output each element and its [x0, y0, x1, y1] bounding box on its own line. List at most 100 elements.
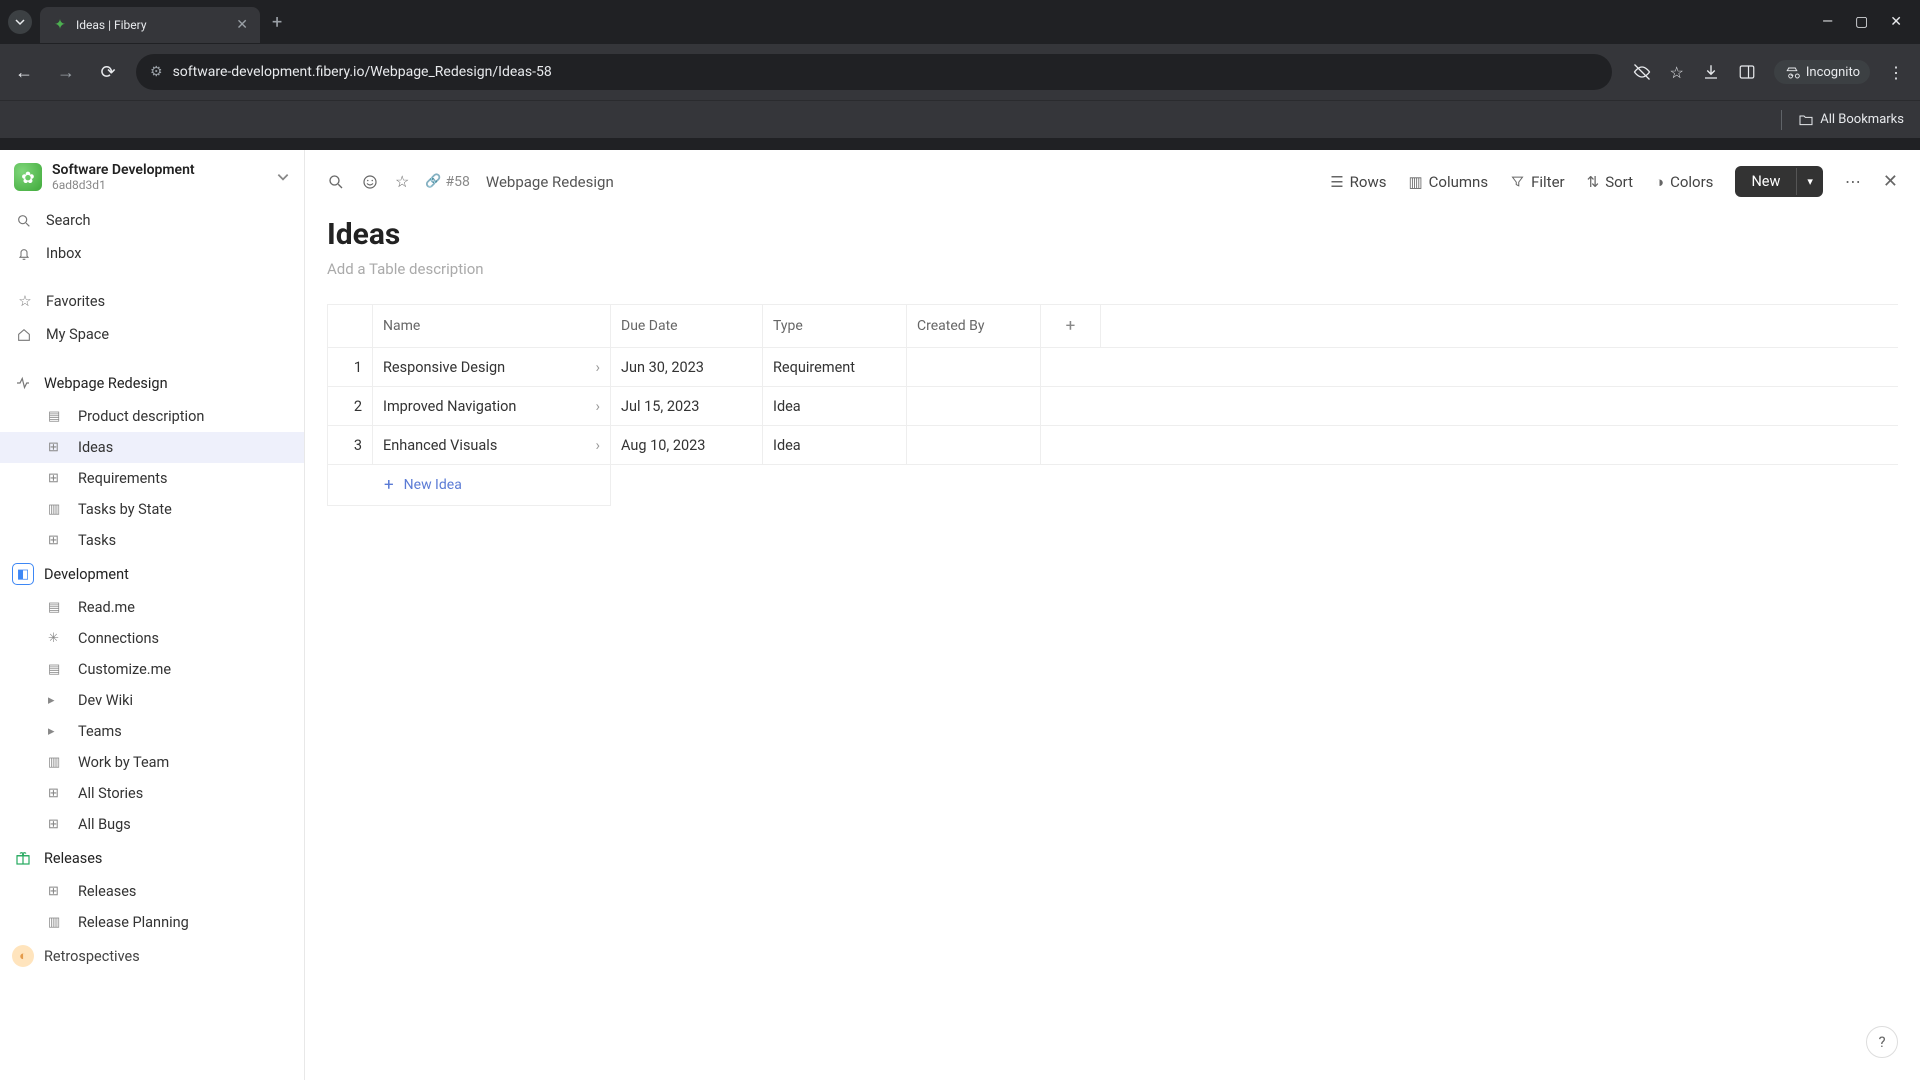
cell-due[interactable]: Jul 15, 2023: [611, 387, 763, 425]
maximize-icon[interactable]: ▢: [1855, 14, 1868, 30]
sidebar-item-work-by-team[interactable]: ▥Work by Team: [0, 747, 304, 778]
cell-created-by[interactable]: [907, 348, 1041, 386]
sidebar-item-release-planning[interactable]: ▥Release Planning: [0, 907, 304, 938]
bookmark-star-icon[interactable]: ☆: [1670, 63, 1684, 82]
all-bookmarks-button[interactable]: All Bookmarks: [1798, 112, 1904, 128]
more-menu-icon[interactable]: ⋯: [1845, 172, 1861, 191]
sidebar-item-all-bugs[interactable]: ⊞All Bugs: [0, 809, 304, 840]
columns-button[interactable]: ▥Columns: [1408, 173, 1488, 191]
reload-button[interactable]: ⟳: [94, 62, 122, 83]
sidebar-favorites[interactable]: ☆ Favorites: [0, 284, 304, 318]
column-header-created-by[interactable]: Created By: [907, 305, 1041, 347]
open-row-icon[interactable]: ›: [595, 358, 600, 376]
kebab-menu-icon[interactable]: ⋮: [1888, 63, 1904, 82]
colors-button[interactable]: ◑Colors: [1655, 173, 1713, 191]
workspace-switcher[interactable]: ✿ Software Development 6ad8d3d1: [0, 150, 304, 204]
browser-tab[interactable]: ✦ Ideas | Fibery ✕: [40, 7, 260, 43]
column-header-due-date[interactable]: Due Date: [611, 305, 763, 347]
new-tab-button[interactable]: +: [272, 12, 282, 33]
table-row[interactable]: 1 Responsive Design› Jun 30, 2023 Requir…: [327, 348, 1898, 387]
cell-created-by[interactable]: [907, 387, 1041, 425]
chevron-down-icon[interactable]: [276, 170, 290, 184]
eye-off-icon[interactable]: [1632, 62, 1652, 82]
column-header-name[interactable]: Name: [373, 305, 611, 347]
page-title[interactable]: Ideas: [327, 217, 1898, 252]
page-description-placeholder[interactable]: Add a Table description: [327, 260, 1898, 278]
sidebar-my-space[interactable]: My Space: [0, 318, 304, 351]
table-header: Name Due Date Type Created By +: [327, 305, 1898, 348]
sidebar-item-dev-wiki[interactable]: ▸Dev Wiki: [0, 685, 304, 716]
open-row-icon[interactable]: ›: [595, 436, 600, 454]
sidebar-item-tasks-by-state[interactable]: ▥ Tasks by State: [0, 494, 304, 525]
close-panel-icon[interactable]: ✕: [1883, 171, 1898, 192]
label: Colors: [1670, 173, 1713, 191]
titlebar: ✦ Ideas | Fibery ✕ + — ▢ ✕: [0, 0, 1920, 44]
sidebar-space-retrospectives[interactable]: ◐ Retrospectives: [0, 938, 304, 974]
close-window-icon[interactable]: ✕: [1890, 14, 1902, 30]
sidebar-item-connections[interactable]: ✳Connections: [0, 623, 304, 654]
doc-icon: ▤: [48, 409, 66, 424]
cell-type[interactable]: Idea: [763, 387, 907, 425]
table-row[interactable]: 2 Improved Navigation› Jul 15, 2023 Idea: [327, 387, 1898, 426]
tab-close-icon[interactable]: ✕: [236, 17, 248, 33]
cell-name[interactable]: Improved Navigation›: [373, 387, 611, 425]
sidebar-item-all-stories[interactable]: ⊞All Stories: [0, 778, 304, 809]
sidebar-item-customize[interactable]: ▤Customize.me: [0, 654, 304, 685]
panel-icon[interactable]: [1738, 63, 1756, 81]
add-column-button[interactable]: +: [1041, 305, 1101, 347]
sidebar-space-webpage-redesign[interactable]: Webpage Redesign: [0, 365, 304, 401]
breadcrumb-space[interactable]: Webpage Redesign: [486, 173, 614, 191]
minimize-icon[interactable]: —: [1822, 14, 1833, 30]
sidebar-item-ideas[interactable]: ⊞ Ideas: [0, 432, 304, 463]
filter-button[interactable]: Filter: [1510, 173, 1565, 191]
view-topbar: ☆ 🔗 #58 Webpage Redesign ☰Rows ▥Columns …: [305, 150, 1920, 207]
toolbar-right: ☆ Incognito ⋮: [1626, 60, 1910, 84]
sidebar-space-releases[interactable]: Releases: [0, 840, 304, 876]
sidebar-inbox[interactable]: Inbox: [0, 237, 304, 270]
tab-search-dropdown[interactable]: [8, 10, 32, 34]
folder-icon: [1798, 112, 1814, 128]
downloads-icon[interactable]: [1702, 63, 1720, 81]
column-header-type[interactable]: Type: [763, 305, 907, 347]
label: Sort: [1605, 173, 1633, 191]
cell-type[interactable]: Idea: [763, 426, 907, 464]
workspace-id: 6ad8d3d1: [52, 178, 195, 192]
table-icon: ⊞: [48, 884, 66, 899]
cell-due[interactable]: Jun 30, 2023: [611, 348, 763, 386]
cell-name[interactable]: Enhanced Visuals›: [373, 426, 611, 464]
chevron-down-icon[interactable]: ▾: [1796, 168, 1823, 195]
cell-name[interactable]: Responsive Design›: [373, 348, 611, 386]
cell-due[interactable]: Aug 10, 2023: [611, 426, 763, 464]
cell-created-by[interactable]: [907, 426, 1041, 464]
column-number: [327, 305, 373, 347]
entity-id-badge[interactable]: 🔗 #58: [425, 174, 470, 190]
search-icon[interactable]: [327, 173, 345, 191]
sort-button[interactable]: ⇅Sort: [1587, 173, 1633, 191]
space-name: Retrospectives: [44, 948, 140, 965]
sidebar-space-development[interactable]: ◧ Development: [0, 556, 304, 592]
sidebar-item-product-description[interactable]: ▤ Product description: [0, 401, 304, 432]
new-idea-button[interactable]: + New Idea: [327, 465, 611, 506]
sidebar-item-releases[interactable]: ⊞Releases: [0, 876, 304, 907]
back-button[interactable]: ←: [10, 62, 38, 83]
help-button[interactable]: ?: [1866, 1026, 1898, 1058]
sidebar-item-teams[interactable]: ▸Teams: [0, 716, 304, 747]
new-button[interactable]: New ▾: [1735, 166, 1822, 197]
open-row-icon[interactable]: ›: [595, 397, 600, 415]
forward-button[interactable]: →: [52, 62, 80, 83]
sidebar-item-readme[interactable]: ▤Read.me: [0, 592, 304, 623]
sidebar-search[interactable]: Search: [0, 204, 304, 237]
tab-title: Ideas | Fibery: [76, 18, 228, 32]
site-settings-icon[interactable]: ⚙: [150, 64, 163, 80]
sidebar-item-requirements[interactable]: ⊞ Requirements: [0, 463, 304, 494]
favorite-star-icon[interactable]: ☆: [395, 172, 409, 191]
table-row[interactable]: 3 Enhanced Visuals› Aug 10, 2023 Idea: [327, 426, 1898, 465]
bell-icon: [16, 246, 34, 262]
home-icon: [16, 327, 34, 343]
rows-button[interactable]: ☰Rows: [1330, 173, 1386, 191]
emoji-icon[interactable]: [361, 173, 379, 191]
sidebar-item-tasks[interactable]: ⊞ Tasks: [0, 525, 304, 556]
incognito-badge[interactable]: Incognito: [1774, 60, 1870, 84]
cell-type[interactable]: Requirement: [763, 348, 907, 386]
url-bar[interactable]: ⚙ software-development.fibery.io/Webpage…: [136, 54, 1612, 90]
